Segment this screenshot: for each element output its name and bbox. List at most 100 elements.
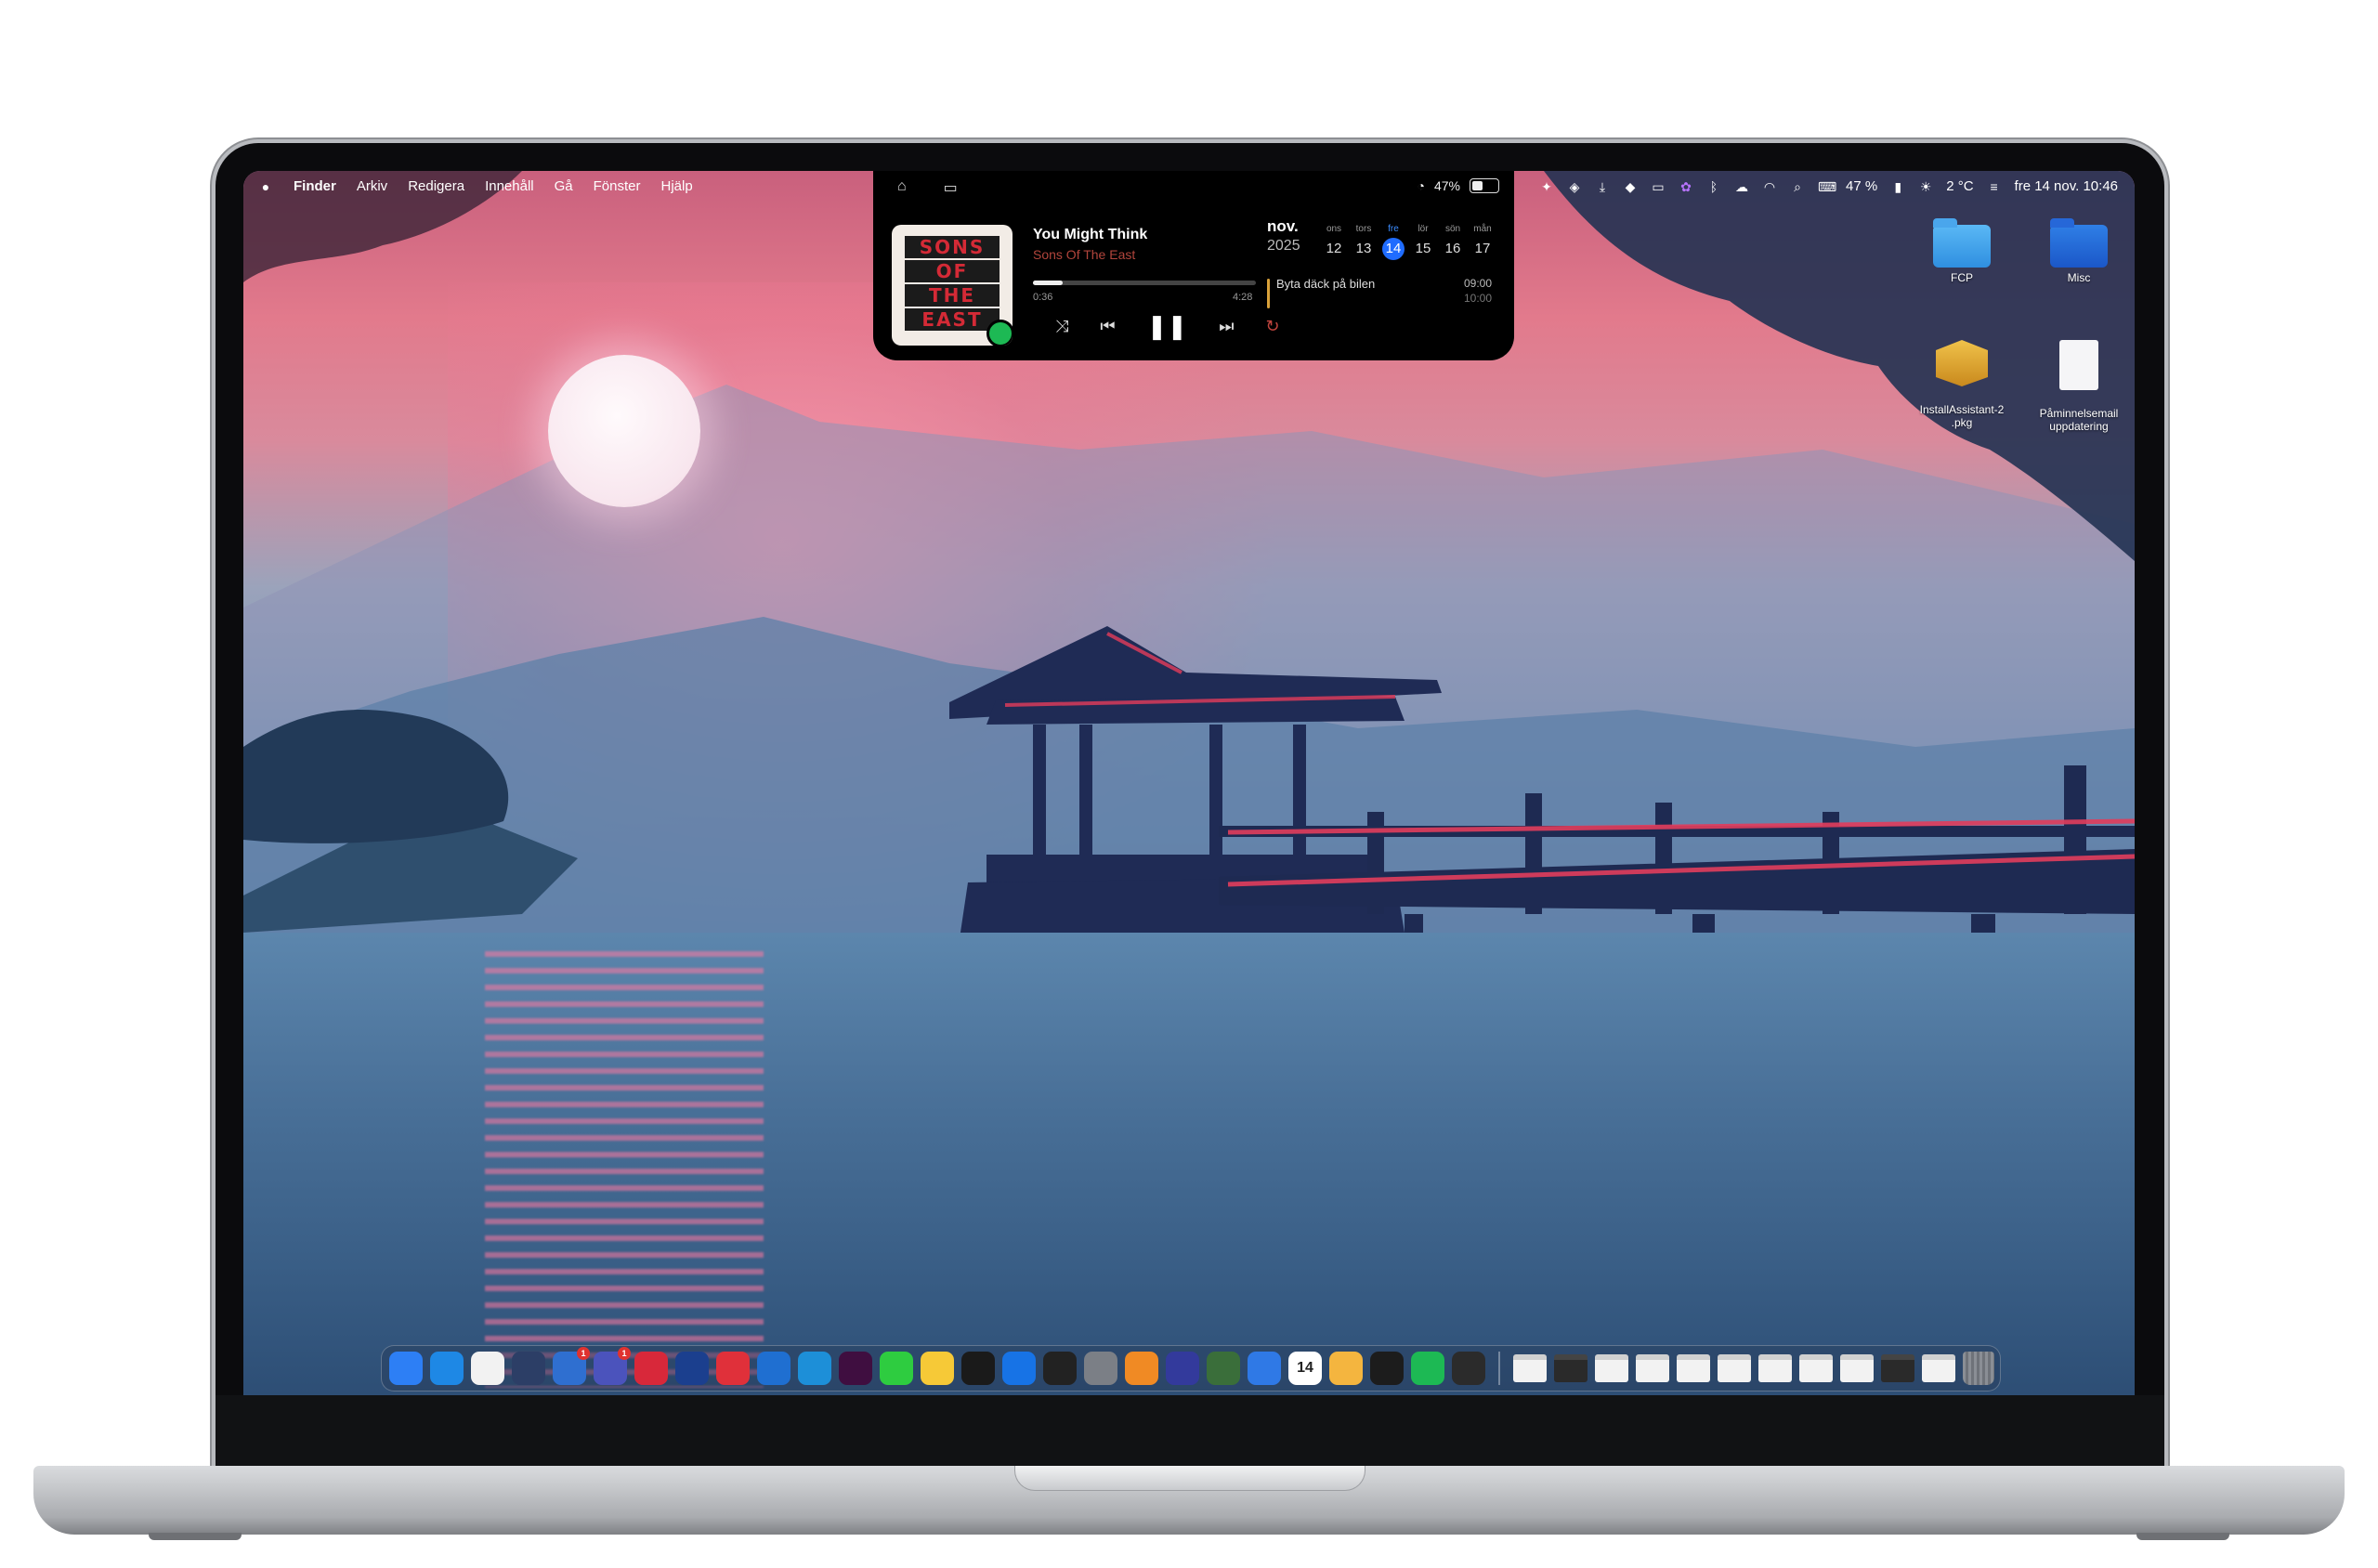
dock-app-activity-monitor-icon[interactable] [1452,1352,1485,1385]
dock-app-vpn-icon[interactable] [634,1352,668,1385]
dock-app-sublime-icon[interactable] [1125,1352,1158,1385]
home-icon[interactable]: ⌂ [897,178,907,197]
dock-app-mac-utility-icon[interactable] [675,1352,709,1385]
purple-app-icon[interactable]: ✿ [1679,179,1693,194]
battery-icon[interactable]: ▮ [1890,179,1905,194]
minimized-window-thumbnail[interactable] [1595,1354,1628,1382]
notification-badge: 1 [577,1347,590,1360]
minimized-window-thumbnail[interactable] [1840,1354,1874,1382]
dock-app-calendar-icon[interactable]: 14 [1288,1352,1322,1385]
menu-redigera[interactable]: Redigera [408,178,464,194]
keyboard-icon[interactable]: ⌨ [1818,179,1836,194]
minimized-window-thumbnail[interactable] [1513,1354,1547,1382]
album-art[interactable]: SONS OF THE EAST [892,225,1013,346]
next-icon[interactable]: ⏭ [1219,317,1234,336]
control-center-icon[interactable]: ≡ [1987,179,2002,194]
menubar-clock[interactable]: fre 14 nov. 10:46 [2015,178,2118,194]
minimized-window-thumbnail[interactable] [1881,1354,1914,1382]
calendar-event-title[interactable]: Byta däck på bilen [1276,277,1375,291]
minimized-window-thumbnail[interactable] [1554,1354,1588,1382]
menu-arkiv[interactable]: Arkiv [357,178,387,194]
calendar-day[interactable]: mån 17 [1468,221,1497,260]
dock-app-chipmunk-icon[interactable] [1207,1352,1240,1385]
menubar-battery-text[interactable]: 47 % [1846,178,1877,194]
notch-widget[interactable]: ⌂ ▭ ◔ 47% SONS OF THE EAST You Might Thi… [873,171,1514,360]
laptop-chin [216,1395,2164,1470]
menu-innehall[interactable]: Innehåll [485,178,534,194]
dock-app-teams-icon[interactable]: 1 [594,1347,631,1385]
desktop-folder-misc[interactable]: Misc [2032,218,2125,284]
trash-icon[interactable] [1963,1352,1994,1385]
dock: 1 1 14 [381,1345,2001,1392]
drop-icon[interactable]: ◆ [1623,179,1638,194]
calendar-day-today[interactable]: fre 14 [1378,221,1408,260]
display-icon[interactable]: ▭ [1651,179,1666,194]
dock-app-messages-icon[interactable] [880,1352,913,1385]
album-word: OF [905,260,1000,282]
dock-app-app-store-icon[interactable] [1002,1352,1036,1385]
folder-icon [2050,218,2108,268]
dock-app-terminal-icon[interactable] [1370,1352,1404,1385]
dock-app-screen-sharing-icon[interactable] [1166,1352,1199,1385]
minimized-window-thumbnail[interactable] [1922,1354,1955,1382]
minimized-window-thumbnail[interactable] [1718,1354,1751,1382]
dock-app-mail-icon[interactable]: 1 [553,1347,590,1385]
dock-app-spotify-icon[interactable] [1411,1352,1444,1385]
weather-icon[interactable]: ☀ [1918,179,1933,194]
dock-app-dayone-icon[interactable] [798,1352,831,1385]
menu-app-name[interactable]: Finder [294,178,336,194]
menu-fonster[interactable]: Fönster [594,178,641,194]
menu-ga[interactable]: Gå [555,178,573,194]
dock-app-things-icon[interactable] [1248,1352,1281,1385]
dock-app-system-settings-icon[interactable] [1084,1352,1117,1385]
pause-icon[interactable]: ❚❚ [1147,312,1188,341]
previous-icon[interactable]: ⏮ [1100,317,1115,336]
minimized-window-thumbnail[interactable] [1758,1354,1792,1382]
sparkle-icon[interactable]: ✦ [1539,179,1554,194]
timer-icon[interactable]: ◔ [1418,178,1425,193]
dock-app-windows-app-icon[interactable] [757,1352,790,1385]
calendar-day[interactable]: sön 16 [1438,221,1468,260]
total-time: 4:28 [1233,292,1253,303]
search-icon[interactable]: ⌕ [1790,179,1805,194]
laptop-foot-left [149,1533,242,1540]
shuffle-icon[interactable]: ⤨ [1055,317,1068,336]
dock-app-safari-icon[interactable] [430,1352,464,1385]
wifi-icon[interactable]: ◠ [1762,179,1777,194]
menu-hjalp[interactable]: Hjälp [660,178,692,194]
shield-icon[interactable]: ◈ [1567,179,1582,194]
laptop-foot-right [2136,1533,2229,1540]
dock-app-notes-icon[interactable] [921,1352,954,1385]
calendar-day[interactable]: ons 12 [1319,221,1349,260]
minimized-window-thumbnail[interactable] [1799,1354,1833,1382]
dock-app-affinity-icon[interactable] [716,1352,750,1385]
desktop-file-installer[interactable]: InstallAssistant-2 .pkg [1915,327,2008,442]
laptop-lid-notch [1014,1466,1365,1491]
desktop-file-reminder[interactable]: Påminnelsemail uppdatering [2032,327,2125,446]
dock-app-final-cut-icon[interactable] [1043,1352,1077,1385]
dock-app-chatgpt-icon[interactable] [961,1352,995,1385]
dock-app-chrome-icon[interactable] [471,1352,504,1385]
repeat-icon[interactable]: ↻ [1265,317,1279,336]
folder-icon [1933,218,1991,268]
cloud-icon[interactable]: ☁ [1734,179,1749,194]
minimized-window-thumbnail[interactable] [1677,1354,1710,1382]
download-icon[interactable]: ⤓ [1595,179,1610,194]
bluetooth-icon[interactable]: ᛒ [1706,179,1721,194]
apple-icon[interactable]: ● [258,179,273,194]
dock-separator [1498,1352,1500,1385]
dock-app-slack-icon[interactable] [839,1352,872,1385]
document-icon [2059,340,2098,390]
calendar-day[interactable]: tors 13 [1349,221,1378,260]
file-label: Påminnelsemail uppdatering [2039,407,2119,433]
dock-app-finder-icon[interactable] [389,1352,423,1385]
menubar-temperature[interactable]: 2 °C [1946,178,1973,194]
dock-app-telegram-icon[interactable] [512,1352,545,1385]
tray-icon[interactable]: ▭ [944,178,958,197]
playback-progress[interactable] [1033,281,1256,285]
minimized-window-thumbnail[interactable] [1636,1354,1669,1382]
desktop-folder-fcp[interactable]: FCP [1915,218,2008,284]
event-end-time: 10:00 [1463,292,1492,305]
calendar-day[interactable]: lör 15 [1408,221,1438,260]
dock-app-photos-like-icon[interactable] [1329,1352,1363,1385]
